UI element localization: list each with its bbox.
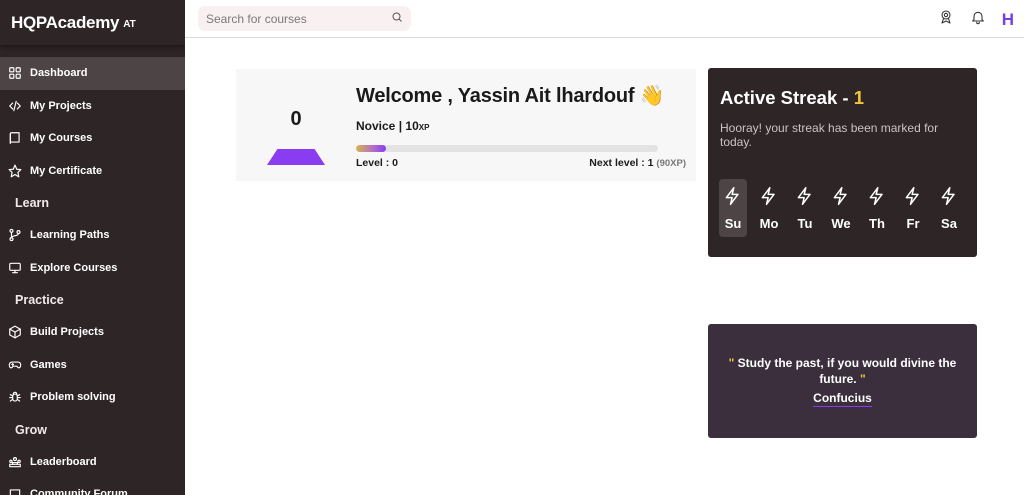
quote-body: Study the past, if you would divine the … [734,356,957,386]
sidebar-item-leaderboard[interactable]: Leaderboard [0,446,185,479]
sidebar-item-explore-courses[interactable]: Explore Courses [0,252,185,285]
sidebar-item-label: Dashboard [30,67,88,80]
streak-day-label: Sa [941,216,957,231]
sidebar-section-grow: Grow [15,422,47,437]
rank-line: Novice | 10XP [356,119,430,133]
lightning-icon [831,186,851,211]
gamepad-icon [8,358,22,372]
streak-count: 1 [853,87,864,108]
streak-day-label: Th [869,216,885,231]
rank-label: Novice [356,119,396,133]
streak-day-sa: Sa [935,179,963,237]
xp-unit: XP [418,123,430,132]
sidebar-item-label: My Certificate [30,164,103,177]
sidebar-item-problem-solving[interactable]: Problem solving [0,381,185,414]
sidebar-item-label: My Courses [30,132,93,145]
quote-card: " Study the past, if you would divine th… [708,324,977,438]
streak-day-label: Tu [797,216,813,231]
streak-day-label: Mo [759,216,779,231]
search-bar [198,6,411,31]
sidebar-item-my-certificate[interactable]: My Certificate [0,155,185,188]
next-level-text: Next level : 1 [589,157,654,169]
search-input[interactable] [206,11,391,26]
avatar[interactable]: H [1002,10,1014,29]
streak-card: Active Streak - 1 Hooray! your streak ha… [708,68,977,257]
sidebar-item-label: Explore Courses [30,261,118,274]
brand-logo[interactable]: HQPAcademy AT [0,0,185,45]
book-icon [8,131,22,145]
sidebar-item-label: Problem solving [30,391,116,404]
quote-text: " Study the past, if you would divine th… [728,355,957,387]
search-icon[interactable] [391,10,403,28]
next-level-label: Next level : 1 (90XP) [589,157,686,169]
sidebar-item-label: Leaderboard [30,455,97,468]
sidebar-item-learning-paths[interactable]: Learning Paths [0,219,185,252]
star-icon [8,164,22,178]
sidebar-section-practice: Practice [15,293,64,307]
xp-progress-bar [356,145,658,152]
level-label: Level : 0 [356,157,399,169]
sidebar-item-my-projects[interactable]: My Projects [0,90,185,123]
monitor-icon [8,261,22,275]
level-badge-shape [267,149,325,165]
sidebar-item-label: Games [30,358,67,371]
lightning-icon [795,186,815,211]
lightning-icon [867,186,887,211]
streak-day-su: Su [719,179,747,237]
lightning-icon [903,186,923,211]
sidebar-item-dashboard[interactable]: Dashboard [0,57,185,90]
sidebar-item-games[interactable]: Games [0,349,185,382]
streak-title-text: Active Streak - [720,87,854,108]
quote-close-mark: " [859,372,866,386]
award-icon[interactable] [938,9,954,30]
streak-day-we: We [827,179,855,237]
top-header: H [185,0,1024,38]
sidebar-item-label: Community Forum [30,488,128,495]
bell-icon[interactable] [970,9,986,30]
streak-day-label: We [831,216,851,231]
grid-icon [8,66,22,80]
sidebar: HQPAcademy AT Dashboard My Projects My Cou… [0,0,185,495]
sidebar-item-label: Learning Paths [30,229,110,242]
streak-day-fr: Fr [899,179,927,237]
lightning-icon [759,186,779,211]
sidebar-item-community-forum[interactable]: Community Forum [0,478,185,495]
cube-icon [8,325,22,339]
next-level-xp: (90XP) [656,158,686,169]
streak-day-th: Th [863,179,891,237]
welcome-card: 0 Welcome , Yassin Ait lhardouf 👋 Novice… [236,69,696,181]
users-icon [8,455,22,469]
streak-day-label: Su [724,216,742,231]
quote-author-link[interactable]: Confucius [813,391,872,407]
streak-days: Su Mo Tu We Th Fr Sa [719,179,963,237]
code-icon [8,99,22,113]
streak-day-mo: Mo [755,179,783,237]
sidebar-item-label: My Projects [30,99,92,112]
lightning-icon [723,186,743,211]
sidebar-nav: Dashboard My Projects My Courses My Certifi… [0,45,185,495]
quote-author[interactable]: Confucius [708,391,977,407]
welcome-title: Welcome , Yassin Ait lhardouf 👋 [356,85,665,107]
sidebar-item-build-projects[interactable]: Build Projects [0,316,185,349]
bug-icon [8,390,22,404]
current-level-number: 0 [290,108,302,130]
xp-value: 10 [405,119,419,133]
streak-message: Hooray! your streak has been marked for … [720,121,939,149]
xp-progress-fill [356,145,387,152]
streak-title: Active Streak - 1 [720,87,864,109]
forum-icon [8,487,22,495]
brand-suffix: AT [123,19,136,30]
brand-name: HQPAcademy [11,12,120,32]
streak-day-label: Fr [906,216,920,231]
sidebar-item-label: Build Projects [30,326,104,339]
streak-day-tu: Tu [791,179,819,237]
sidebar-section-learn: Learn [15,196,50,210]
path-icon [8,228,22,242]
sidebar-item-my-courses[interactable]: My Courses [0,122,185,155]
lightning-icon [939,186,959,211]
